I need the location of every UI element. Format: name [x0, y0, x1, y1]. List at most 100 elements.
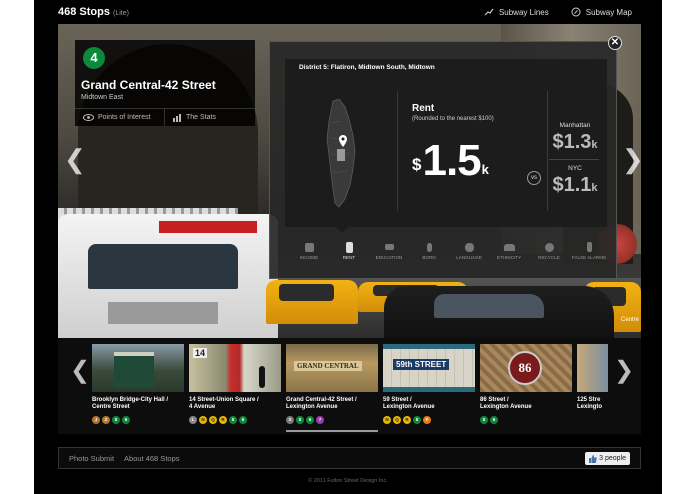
thumb-photo: [92, 344, 184, 392]
thumb-sign-text: 86: [508, 351, 542, 385]
brand-suffix: (Lite): [113, 10, 129, 17]
line-bullet: 5: [296, 416, 304, 424]
line-bullet: Q: [209, 416, 217, 424]
category-rent-label: RENT: [342, 255, 356, 260]
thumb-title-1: 125 Stre: [577, 397, 601, 403]
vs-badge: vs: [527, 171, 541, 185]
category-income[interactable]: INCOME: [290, 239, 328, 260]
close-icon[interactable]: ✕: [608, 36, 622, 50]
station-name: Grand Central-42 Street: [81, 78, 216, 92]
bar-chart-icon: [173, 113, 182, 122]
compare-nyc-value: $1.1k: [545, 174, 605, 197]
compare-manhattan-value: $1.3k: [545, 131, 605, 154]
carousel-item[interactable]: 59th STREET 59 Street / Lexington Avenue…: [383, 344, 475, 432]
category-recycle-label: RECYCLE: [538, 255, 560, 260]
thumb-lines: L N Q R 5 6: [189, 416, 247, 424]
line-bullet: N: [199, 416, 207, 424]
thumb-title-1: 86 Street /: [480, 397, 509, 403]
compare-manhattan-unit: k: [591, 139, 598, 151]
category-ethnicity-label: ETHNICITY: [496, 255, 522, 260]
compare-nyc-unit: k: [591, 182, 598, 194]
brand-title[interactable]: 468 Stops (Lite): [58, 6, 129, 18]
thumb-photo: 59th STREET: [383, 344, 475, 392]
category-false-alarms[interactable]: FALSE ALARMS: [570, 239, 608, 260]
category-born-label: BORN: [422, 255, 436, 260]
line-bullet: Z: [102, 416, 110, 424]
carousel-next-arrow[interactable]: ❯: [614, 356, 634, 385]
district-title: District 5: Flatiron, Midtown South, Mid…: [299, 64, 435, 71]
eye-icon: [83, 114, 94, 121]
line-bullet: R: [219, 416, 227, 424]
line-bullet: S: [286, 416, 294, 424]
line-bullet: F: [423, 416, 431, 424]
line-bullet: 5: [229, 416, 237, 424]
category-language-label: LANGUAGE: [456, 255, 482, 260]
photo-submit-link[interactable]: Photo Submit: [69, 454, 114, 463]
thumb-lines: N Q R 5 F: [383, 416, 431, 424]
speech-bubble-icon: [464, 242, 474, 252]
like-button[interactable]: 3 people: [585, 452, 630, 465]
app-frame: 468 Stops (Lite) Subway Lines Subway Map…: [34, 0, 662, 494]
photo-taxi-1: [266, 280, 358, 324]
graduation-cap-icon: [384, 244, 394, 250]
prev-photo-arrow[interactable]: ❮: [64, 146, 86, 172]
carousel-item[interactable]: 125 Stre Lexingto: [577, 344, 608, 432]
nav-subway-map[interactable]: Subway Map: [571, 7, 632, 17]
carousel-prev-arrow[interactable]: ❮: [70, 356, 90, 385]
compare-nyc-currency: $: [552, 174, 564, 196]
station-tabs: Points of Interest The Stats: [75, 108, 255, 126]
line-bullet: 5: [480, 416, 488, 424]
category-recycle[interactable]: RECYCLE: [530, 239, 568, 260]
compare-manhattan-label: Manhattan: [559, 122, 591, 129]
thumbs-up-icon: [589, 454, 598, 463]
photo-caption: Centre: [620, 317, 639, 323]
building-icon: [345, 241, 353, 253]
thumb-photo: GRAND CENTRAL: [286, 344, 378, 392]
line-bullet: R: [403, 416, 411, 424]
thumb-title-2: Lexingto: [577, 404, 602, 410]
line-bullet: N: [383, 416, 391, 424]
thumb-sign-text: 14: [193, 348, 208, 358]
thumb-title-2: Centre Street: [92, 404, 130, 410]
stat-categories: INCOME RENT EDUCATION BORN LANGUAGE ETHN…: [290, 239, 608, 260]
category-education[interactable]: EDUCATION: [370, 239, 408, 260]
tab-the-stats[interactable]: The Stats: [165, 109, 255, 126]
station-card: 4 Grand Central-42 Street Midtown East P…: [75, 40, 255, 126]
category-income-label: INCOME: [299, 255, 319, 260]
brand-name: 468 Stops: [58, 6, 110, 18]
tab-the-stats-label: The Stats: [186, 114, 216, 121]
line-badge: 4: [83, 47, 105, 69]
thumb-lines: J Z 5 6: [92, 416, 130, 424]
category-ethnicity[interactable]: ETHNICITY: [490, 239, 528, 260]
carousel-item-selected[interactable]: GRAND CENTRAL Grand Central-42 Street / …: [286, 344, 378, 432]
nav-subway-lines[interactable]: Subway Lines: [484, 7, 549, 17]
stats-content: District 5: Flatiron, Midtown South, Mid…: [285, 59, 607, 227]
category-born[interactable]: BORN: [410, 239, 448, 260]
next-photo-arrow[interactable]: ❯: [622, 146, 644, 172]
thumb-title-1: Brooklyn Bridge-City Hall /: [92, 397, 169, 403]
compare-manhattan-currency: $: [552, 131, 564, 153]
metric-currency: $: [412, 155, 422, 174]
line-bullet: 6: [239, 416, 247, 424]
carousel-item[interactable]: 86 86 Street / Lexington Avenue 5 6: [480, 344, 572, 432]
tab-points-of-interest[interactable]: Points of Interest: [75, 109, 166, 126]
line-bullet: L: [189, 416, 197, 424]
station-neighborhood: Midtown East: [81, 94, 124, 101]
line-bullet: J: [92, 416, 100, 424]
station-carousel: ❮ ❯ Brooklyn Bridge-City Hall / Centre S…: [58, 338, 641, 434]
carousel-item[interactable]: 14 14 Street-Union Square / 4 Avenue L N…: [189, 344, 281, 432]
footer-bar: Photo Submit About 468 Stops 3 people: [58, 447, 641, 469]
income-icon: [304, 242, 314, 252]
category-language[interactable]: LANGUAGE: [450, 239, 488, 260]
photo-truck-lights: [158, 220, 258, 234]
thumb-photo: 86: [480, 344, 572, 392]
about-link[interactable]: About 468 Stops: [124, 454, 179, 463]
category-rent[interactable]: RENT: [330, 239, 368, 260]
thumb-title-1: 59 Street /: [383, 397, 412, 403]
carousel-item[interactable]: Brooklyn Bridge-City Hall / Centre Stree…: [92, 344, 184, 432]
line-bullet: 5: [413, 416, 421, 424]
thumb-title-2: Lexington Avenue: [480, 404, 532, 410]
person-icon: [426, 242, 432, 252]
metric-number: 1.5: [422, 136, 481, 185]
metric-title: Rent: [412, 103, 435, 114]
